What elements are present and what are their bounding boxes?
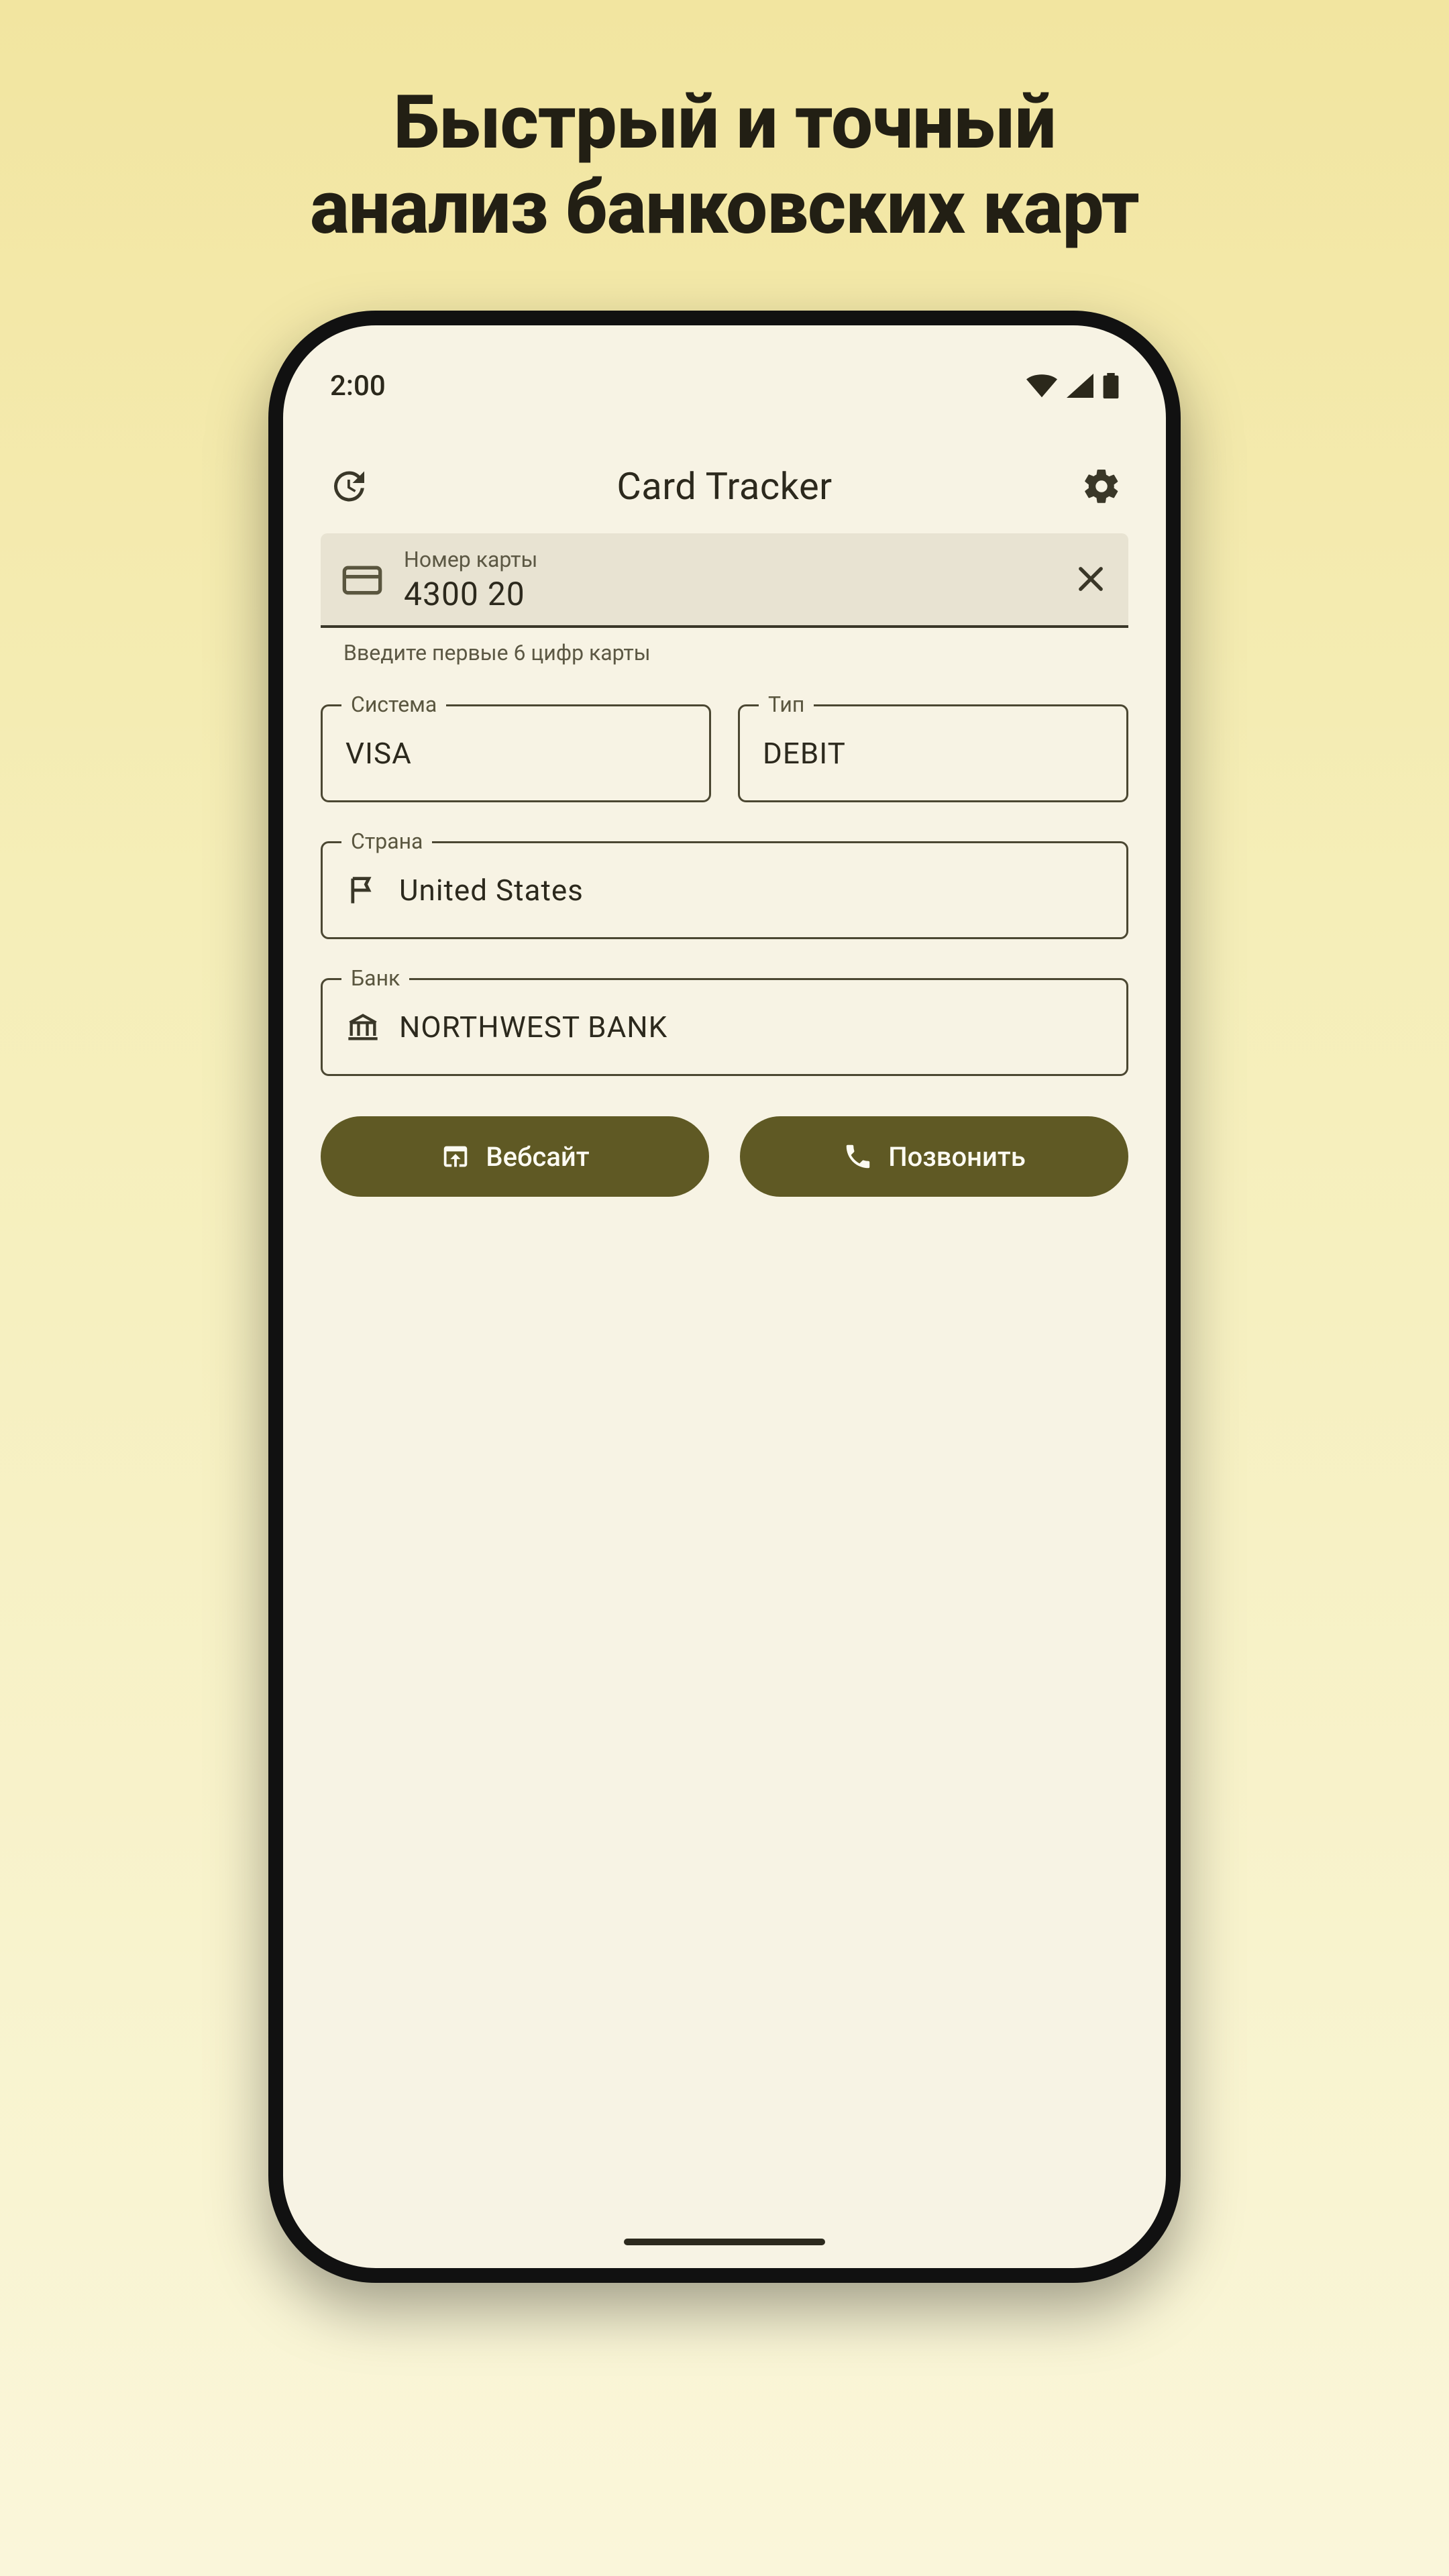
history-icon	[327, 466, 368, 506]
phone-frame: 2:00 Card Tracker Номер карты 4300 20 Вв…	[268, 311, 1181, 2283]
history-button[interactable]	[321, 460, 374, 513]
type-value: DEBIT	[763, 736, 846, 771]
bank-field: Банк NORTHWEST BANK	[321, 978, 1128, 1076]
system-value: VISA	[345, 736, 412, 771]
call-button[interactable]: Позвонить	[740, 1116, 1128, 1197]
system-label: Система	[341, 692, 446, 717]
open-in-browser-icon	[440, 1141, 471, 1172]
headline-line-2: анализ банковских карт	[0, 166, 1449, 251]
status-time: 2:00	[330, 370, 386, 402]
home-indicator[interactable]	[624, 2239, 825, 2245]
credit-card-icon	[341, 559, 384, 602]
status-bar: 2:00	[283, 325, 1166, 419]
app-bar: Card Tracker	[283, 419, 1166, 533]
phone-icon	[843, 1141, 873, 1172]
bank-label: Банк	[341, 965, 409, 991]
country-value: United States	[399, 873, 584, 908]
settings-button[interactable]	[1075, 460, 1128, 513]
system-field: Система VISA	[321, 704, 711, 802]
bank-value: NORTHWEST BANK	[399, 1010, 667, 1044]
cellular-icon	[1067, 374, 1093, 398]
country-field: Страна United States	[321, 841, 1128, 939]
call-button-label: Позвонить	[888, 1141, 1026, 1173]
card-number-label: Номер карты	[404, 547, 1053, 572]
country-label: Страна	[341, 828, 432, 854]
card-number-value: 4300 20	[404, 575, 1053, 613]
card-number-input[interactable]: Номер карты 4300 20	[321, 533, 1128, 628]
gear-icon	[1081, 466, 1122, 506]
type-label: Тип	[759, 692, 814, 717]
close-icon	[1073, 561, 1108, 596]
headline-line-1: Быстрый и точный	[0, 80, 1449, 166]
wifi-icon	[1026, 374, 1057, 398]
bank-icon	[345, 1010, 380, 1044]
marketing-headline: Быстрый и точный анализ банковских карт	[0, 0, 1449, 250]
app-title: Card Tracker	[616, 464, 832, 508]
card-number-helper: Введите первые 6 цифр карты	[321, 628, 1128, 665]
website-button-label: Вебсайт	[486, 1141, 589, 1173]
battery-icon	[1103, 373, 1119, 398]
type-field: Тип DEBIT	[738, 704, 1128, 802]
clear-input-button[interactable]	[1073, 561, 1108, 599]
website-button[interactable]: Вебсайт	[321, 1116, 709, 1197]
content-area: Номер карты 4300 20 Введите первые 6 циф…	[283, 533, 1166, 1197]
status-icons	[1026, 373, 1119, 398]
flag-icon	[345, 873, 380, 908]
